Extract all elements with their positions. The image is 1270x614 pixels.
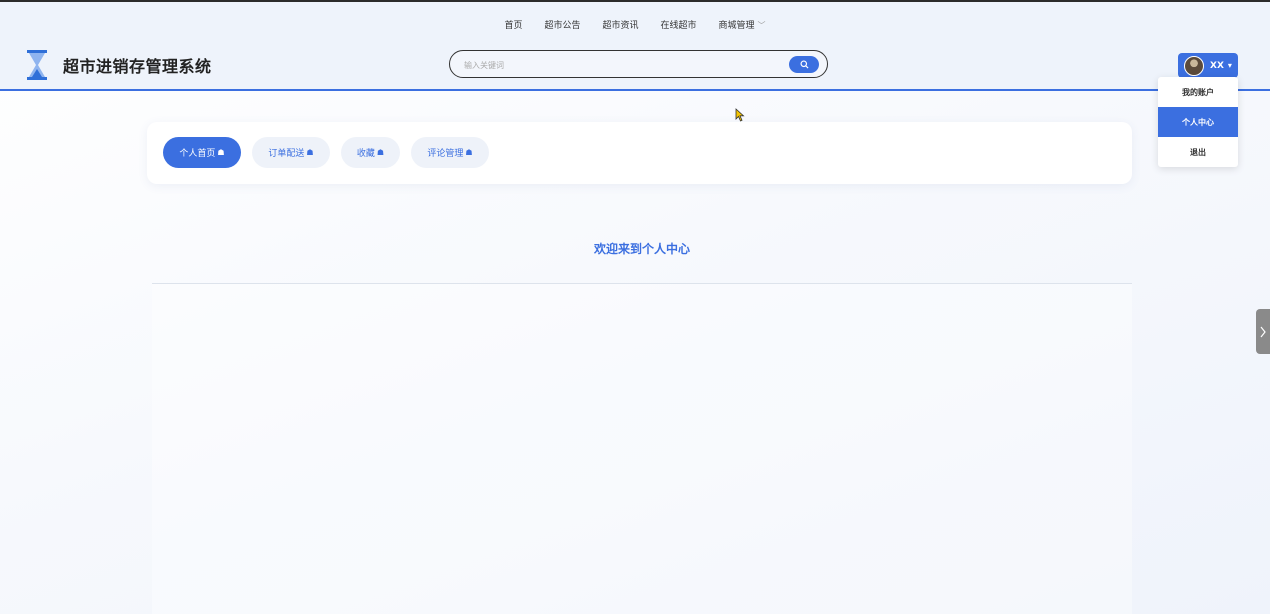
logo-area: 超市进销存管理系统 xyxy=(25,50,212,80)
nav-mall-management-label: 商城管理 xyxy=(718,21,755,31)
search-icon xyxy=(799,60,809,69)
avatar xyxy=(1184,55,1204,76)
page: 首页 超市公告 超市资讯 在线超市 商城管理 ﹀ 超市进销存管理系统 输入关键词… xyxy=(0,0,1270,614)
side-panel-toggle[interactable] xyxy=(1256,309,1270,354)
search-button[interactable] xyxy=(789,56,819,73)
home-icon: ☗ xyxy=(376,148,385,157)
welcome-heading: 欢迎来到个人中心 xyxy=(593,242,690,256)
user-menu-button[interactable]: XX ▾ xyxy=(1178,53,1238,78)
user-dropdown-menu: 我的账户 个人中心 退出 xyxy=(1158,77,1238,167)
tab-label: 订单配送 xyxy=(268,149,305,159)
tab-label: 个人首页 xyxy=(179,149,216,159)
nav-news[interactable]: 超市资讯 xyxy=(602,18,638,31)
tab-card: 个人首页 ☗ 订单配送 ☗ 收藏 ☗ 评论管理 ☗ xyxy=(147,122,1132,184)
chevron-right-icon xyxy=(1260,326,1266,337)
mouse-cursor-icon xyxy=(735,108,745,122)
search-input[interactable] xyxy=(462,57,766,73)
caret-down-icon: ▾ xyxy=(1227,61,1232,70)
search-bar xyxy=(449,50,828,78)
tab-label: 评论管理 xyxy=(427,149,464,159)
menu-item-personal-center[interactable]: 个人中心 xyxy=(1158,107,1238,137)
top-nav: 首页 超市公告 超市资讯 在线超市 商城管理 ﹀ xyxy=(0,18,1270,31)
home-icon: ☗ xyxy=(306,148,314,157)
menu-item-my-account[interactable]: 我的账户 xyxy=(1158,77,1238,107)
hourglass-logo-icon xyxy=(27,50,47,80)
home-icon: ☗ xyxy=(217,148,225,157)
nav-online-store[interactable]: 在线超市 xyxy=(661,18,697,31)
home-icon: ☗ xyxy=(465,148,473,157)
tab-favorites[interactable]: 收藏 ☗ xyxy=(341,137,400,168)
tab-comment-management[interactable]: 评论管理 ☗ xyxy=(411,137,489,168)
tab-list: 个人首页 ☗ 订单配送 ☗ 收藏 ☗ 评论管理 ☗ xyxy=(163,137,489,168)
site-title: 超市进销存管理系统 xyxy=(63,57,212,76)
header: 首页 超市公告 超市资讯 在线超市 商城管理 ﹀ 超市进销存管理系统 输入关键词… xyxy=(0,2,1270,91)
menu-item-logout[interactable]: 退出 xyxy=(1158,137,1238,167)
user-name: XX xyxy=(1210,60,1224,71)
tab-label: 收藏 xyxy=(356,149,375,159)
chevron-down-icon: ﹀ xyxy=(757,21,766,30)
tab-personal-home[interactable]: 个人首页 ☗ xyxy=(163,137,241,168)
nav-mall-management[interactable]: 商城管理 ﹀ xyxy=(719,18,766,31)
tab-order-delivery[interactable]: 订单配送 ☗ xyxy=(252,137,330,168)
content-panel xyxy=(152,284,1132,614)
nav-announcements[interactable]: 超市公告 xyxy=(544,18,580,31)
nav-home[interactable]: 首页 xyxy=(504,18,522,31)
